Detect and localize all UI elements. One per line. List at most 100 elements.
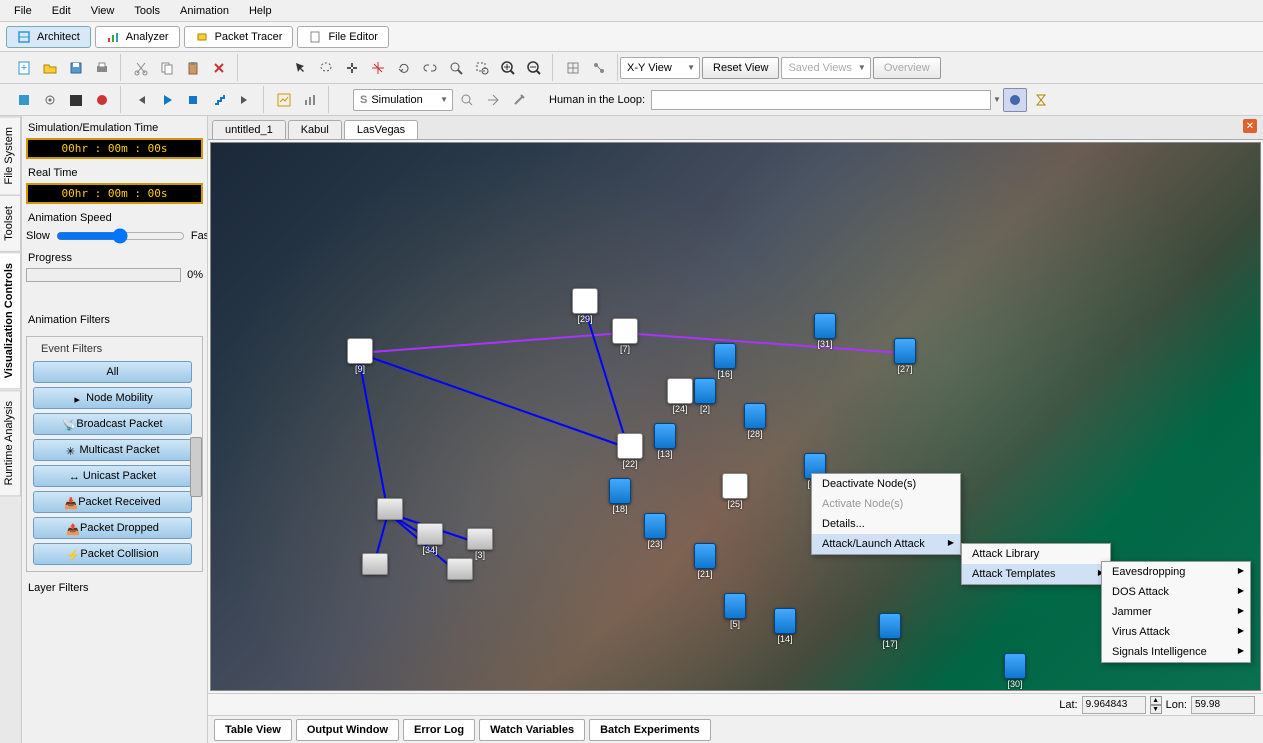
filter-packet-collision[interactable]: ⚡Packet Collision xyxy=(33,543,192,565)
new-button[interactable]: + xyxy=(12,56,36,80)
saved-views-select[interactable]: Saved Views xyxy=(781,57,870,79)
filter-all[interactable]: All xyxy=(33,361,192,383)
grid-button[interactable] xyxy=(561,56,585,80)
network-node[interactable]: [34] xyxy=(416,523,444,559)
ctx-attack[interactable]: Attack/Launch Attack xyxy=(812,534,960,554)
network-node[interactable]: [24] xyxy=(666,378,694,414)
save-button[interactable] xyxy=(64,56,88,80)
print-button[interactable] xyxy=(90,56,114,80)
menu-edit[interactable]: Edit xyxy=(42,2,81,20)
network-node[interactable]: [7] xyxy=(611,318,639,354)
fastforward-button[interactable] xyxy=(233,88,257,112)
stop-button[interactable] xyxy=(181,88,205,112)
network-node[interactable]: [22] xyxy=(616,433,644,469)
network-node[interactable]: [27] xyxy=(891,338,919,374)
filter-packet-dropped[interactable]: 📤Packet Dropped xyxy=(33,517,192,539)
side-tab-toolset[interactable]: Toolset xyxy=(0,195,21,252)
filter-broadcast-packet[interactable]: 📡Broadcast Packet xyxy=(33,413,192,435)
build-button[interactable] xyxy=(12,88,36,112)
menu-animation[interactable]: Animation xyxy=(170,2,239,20)
anim-speed-slider[interactable] xyxy=(56,228,185,244)
lon-input[interactable] xyxy=(1191,696,1255,714)
link-tool[interactable] xyxy=(418,56,442,80)
ctx-sigint[interactable]: Signals Intelligence xyxy=(1102,642,1250,662)
view-select[interactable]: X-Y View xyxy=(620,57,700,79)
record-button[interactable] xyxy=(90,88,114,112)
network-node[interactable] xyxy=(446,558,474,594)
lasso-tool[interactable] xyxy=(314,56,338,80)
snap-button[interactable] xyxy=(587,56,611,80)
cut-button[interactable] xyxy=(129,56,153,80)
gears-button[interactable] xyxy=(38,88,62,112)
play-button[interactable] xyxy=(155,88,179,112)
zoom-in-button[interactable] xyxy=(496,56,520,80)
rotate-tool[interactable] xyxy=(392,56,416,80)
menu-view[interactable]: View xyxy=(81,2,125,20)
select-tool[interactable] xyxy=(288,56,312,80)
ctx-virus[interactable]: Virus Attack xyxy=(1102,622,1250,642)
pan-tool[interactable] xyxy=(340,56,364,80)
sim-mode-select[interactable]: SSimulation xyxy=(353,89,453,111)
mode-tab-analyzer[interactable]: Analyzer xyxy=(95,26,180,48)
ctx-deactivate[interactable]: Deactivate Node(s) xyxy=(812,474,960,494)
menu-tools[interactable]: Tools xyxy=(124,2,170,20)
rewind-button[interactable] xyxy=(129,88,153,112)
ctx-attack-library[interactable]: Attack Library xyxy=(962,544,1110,564)
network-node[interactable]: [25] xyxy=(721,473,749,509)
tab-table-view[interactable]: Table View xyxy=(214,719,292,741)
zoom-out-button[interactable] xyxy=(522,56,546,80)
open-button[interactable] xyxy=(38,56,62,80)
mode-tab-packet-tracer[interactable]: Packet Tracer xyxy=(184,26,294,48)
network-node[interactable]: [16] xyxy=(711,343,739,379)
lat-spinner[interactable]: ▲▼ xyxy=(1150,696,1162,714)
filter-multicast-packet[interactable]: ✳Multicast Packet xyxy=(33,439,192,461)
human-loop-input[interactable] xyxy=(651,90,991,110)
sim-zoom-button[interactable] xyxy=(455,88,479,112)
filter-unicast-packet[interactable]: ↔Unicast Packet xyxy=(33,465,192,487)
network-node[interactable]: [31] xyxy=(811,313,839,349)
doc-tab-lasvegas[interactable]: LasVegas xyxy=(344,120,418,139)
ctx-attack-templates[interactable]: Attack Templates xyxy=(962,564,1110,584)
network-node[interactable]: [29] xyxy=(571,288,599,324)
ctx-eavesdropping[interactable]: Eavesdropping xyxy=(1102,562,1250,582)
ctx-activate[interactable]: Activate Node(s) xyxy=(812,494,960,514)
ctx-details[interactable]: Details... xyxy=(812,514,960,534)
network-node[interactable]: [14] xyxy=(771,608,799,644)
tab-watch-vars[interactable]: Watch Variables xyxy=(479,719,585,741)
doc-tab-untitled[interactable]: untitled_1 xyxy=(212,120,286,139)
doc-tab-kabul[interactable]: Kabul xyxy=(288,120,342,139)
human-loop-toggle[interactable] xyxy=(1003,88,1027,112)
zoom-region-tool[interactable] xyxy=(470,56,494,80)
filter-scrollbar[interactable] xyxy=(190,437,202,497)
clapper-button[interactable] xyxy=(64,88,88,112)
zoom-tool[interactable] xyxy=(444,56,468,80)
network-node[interactable]: [5] xyxy=(721,593,749,629)
paste-button[interactable] xyxy=(181,56,205,80)
menu-file[interactable]: File xyxy=(4,2,42,20)
network-node[interactable]: [30] xyxy=(1001,653,1029,689)
ctx-jammer[interactable]: Jammer xyxy=(1102,602,1250,622)
copy-button[interactable] xyxy=(155,56,179,80)
network-node[interactable]: [2] xyxy=(691,378,719,414)
hourglass-button[interactable] xyxy=(1029,88,1053,112)
scenario-canvas[interactable]: Deactivate Node(s) Activate Node(s) Deta… xyxy=(210,142,1261,691)
network-node[interactable]: [9] xyxy=(346,338,374,374)
side-tab-runtime[interactable]: Runtime Analysis xyxy=(0,390,21,496)
tab-batch-exp[interactable]: Batch Experiments xyxy=(589,719,711,741)
overview-button[interactable]: Overview xyxy=(873,57,941,79)
edit-chart-button[interactable] xyxy=(272,88,296,112)
menu-help[interactable]: Help xyxy=(239,2,282,20)
lat-input[interactable] xyxy=(1082,696,1146,714)
network-node[interactable]: [23] xyxy=(641,513,669,549)
reset-view-button[interactable]: Reset View xyxy=(702,57,779,79)
network-node[interactable] xyxy=(361,553,389,589)
sim-tools-button[interactable] xyxy=(507,88,531,112)
mode-tab-file-editor[interactable]: File Editor xyxy=(297,26,389,48)
side-tab-visualization[interactable]: Visualization Controls xyxy=(0,252,21,389)
network-node[interactable] xyxy=(376,498,404,534)
stats-button[interactable] xyxy=(298,88,322,112)
filter-packet-received[interactable]: 📥Packet Received xyxy=(33,491,192,513)
network-node[interactable]: [13] xyxy=(651,423,679,459)
side-tab-filesystem[interactable]: File System xyxy=(0,116,21,195)
tab-output-window[interactable]: Output Window xyxy=(296,719,399,741)
